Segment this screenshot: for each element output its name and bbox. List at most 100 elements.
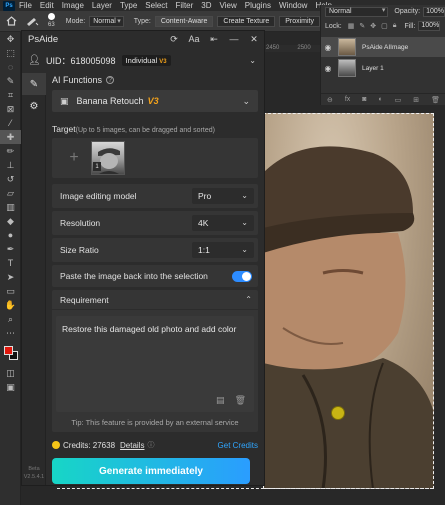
add-mask-icon[interactable]: ◙ xyxy=(362,96,366,103)
healing-brush-tool-icon[interactable]: ✚ xyxy=(0,130,21,144)
psaide-title: PsAide xyxy=(28,33,59,45)
path-select-tool-icon[interactable]: ➤ xyxy=(0,270,21,284)
size-ratio-select[interactable]: 1:1 ⌄ xyxy=(192,242,254,258)
zoom-tool-icon[interactable]: ⌕ xyxy=(0,312,21,326)
mode-select[interactable]: Normal xyxy=(89,15,124,27)
type-tool-icon[interactable]: T xyxy=(0,256,21,270)
visibility-eye-icon[interactable]: ◉ xyxy=(321,64,335,73)
menu-window[interactable]: Window xyxy=(279,1,307,10)
link-layers-icon[interactable]: ⊖ xyxy=(327,96,333,104)
new-layer-icon[interactable]: ⊞ xyxy=(413,96,419,104)
menu-layer[interactable]: Layer xyxy=(92,1,112,10)
brush-tool-icon[interactable]: ✏ xyxy=(0,144,21,158)
color-swatches[interactable] xyxy=(0,342,21,366)
blur-tool-icon[interactable]: ◆ xyxy=(0,214,21,228)
marquee-tool-icon[interactable]: ⬚ xyxy=(0,46,21,60)
dodge-tool-icon[interactable]: ● xyxy=(0,228,21,242)
new-group-icon[interactable]: ▭ xyxy=(395,96,402,104)
close-icon[interactable]: ✕ xyxy=(244,34,264,45)
image-editing-model-select[interactable]: Pro ⌄ xyxy=(192,188,254,204)
lock-position-icon[interactable]: ✥ xyxy=(370,22,376,30)
resolution-select[interactable]: 4K ⌄ xyxy=(192,215,254,231)
info-icon[interactable]: ? xyxy=(106,76,115,84)
layer-row-layer1[interactable]: ◉ Layer 1 xyxy=(321,58,445,78)
screen-mode-icon[interactable]: ▣ xyxy=(0,380,21,394)
target-images-box[interactable]: + 1 xyxy=(52,138,258,178)
lock-artboard-icon[interactable]: ▢ xyxy=(381,22,388,30)
hand-tool-icon[interactable]: ✋ xyxy=(0,298,21,312)
eraser-tool-icon[interactable]: ▱ xyxy=(0,186,21,200)
type-proximity[interactable]: Proximity xyxy=(279,15,320,27)
menu-file[interactable]: File xyxy=(19,1,32,10)
chevron-down-icon: ⌄ xyxy=(242,95,250,106)
history-brush-tool-icon[interactable]: ↺ xyxy=(0,172,21,186)
opacity-input[interactable]: 100% xyxy=(423,6,445,17)
image-icon: ▣ xyxy=(60,95,69,106)
size-ratio-row: Size Ratio 1:1 ⌄ xyxy=(52,238,258,262)
help-icon[interactable]: ⓘ xyxy=(147,440,154,450)
shape-tool-icon[interactable]: ▭ xyxy=(0,284,21,298)
chevron-down-icon[interactable]: ⌄ xyxy=(249,56,256,65)
mode-label: Mode: xyxy=(65,17,86,25)
lasso-tool-icon[interactable]: ◌ xyxy=(0,60,21,74)
prompt-library-icon[interactable]: ▤ xyxy=(216,395,225,406)
settings-gear-icon[interactable]: ⚙ xyxy=(22,95,46,117)
ai-function-select[interactable]: ▣ Banana Retouch V3 ⌄ xyxy=(52,90,258,112)
brush-size-picker[interactable]: 63 xyxy=(47,11,56,31)
healing-brush-icon[interactable] xyxy=(25,14,39,28)
menu-3d[interactable]: 3D xyxy=(201,1,211,10)
layer-row-psaide[interactable]: ◉ PsAide AIImage xyxy=(321,37,445,57)
add-image-button[interactable]: + xyxy=(60,143,88,173)
refresh-icon[interactable]: ⟳ xyxy=(164,34,184,45)
details-link[interactable]: Details xyxy=(120,441,144,450)
menu-select[interactable]: Select xyxy=(145,1,167,10)
requirement-textarea[interactable]: Restore this damaged old photo and add c… xyxy=(56,316,254,412)
minimize-icon[interactable]: — xyxy=(224,34,244,44)
type-create-texture[interactable]: Create Texture xyxy=(217,15,276,27)
chevron-up-icon[interactable]: ⌃ xyxy=(245,295,252,304)
quick-select-tool-icon[interactable]: ✎ xyxy=(0,74,21,88)
menu-edit[interactable]: Edit xyxy=(40,1,54,10)
pen-tool-icon[interactable]: ✒ xyxy=(0,242,21,256)
retouch-mode-icon[interactable]: ✎ xyxy=(22,73,46,95)
target-header: Target(Up to 5 images, can be dragged an… xyxy=(52,124,260,134)
type-content-aware[interactable]: Content-Aware xyxy=(154,15,214,27)
get-credits-link[interactable]: Get Credits xyxy=(218,441,258,450)
more-tools-icon[interactable]: ⋯ xyxy=(0,326,21,340)
adjustment-layer-icon[interactable]: ◐ xyxy=(378,96,382,103)
account-row[interactable]: 👤︎ UID：618005098 Individual V3 ⌄ xyxy=(28,51,260,69)
eyedropper-tool-icon[interactable]: ⁄ xyxy=(0,116,21,130)
foreground-color-swatch[interactable] xyxy=(4,346,13,355)
gradient-tool-icon[interactable]: ▥ xyxy=(0,200,21,214)
menu-plugins[interactable]: Plugins xyxy=(245,1,271,10)
paste-back-label: Paste the image back into the selection xyxy=(60,271,208,281)
lock-paint-icon[interactable]: ✎ xyxy=(359,22,365,30)
fill-input[interactable]: 100% xyxy=(418,21,441,31)
coin-icon xyxy=(52,441,60,449)
document-photo[interactable] xyxy=(263,113,434,489)
menu-filter[interactable]: Filter xyxy=(176,1,194,10)
visibility-eye-icon[interactable]: ◉ xyxy=(321,43,335,52)
requirement-header[interactable]: Requirement ⌃ xyxy=(52,290,258,310)
menu-view[interactable]: View xyxy=(220,1,237,10)
fx-icon[interactable]: fx xyxy=(345,96,350,103)
move-tool-icon[interactable]: ✥ xyxy=(0,32,21,46)
trash-icon[interactable]: 🗑︎ xyxy=(235,395,246,406)
pin-icon[interactable]: ⇤ xyxy=(204,34,224,45)
delete-layer-icon[interactable]: 🗑︎ xyxy=(431,96,440,104)
clone-stamp-tool-icon[interactable]: ⊥ xyxy=(0,158,21,172)
paste-back-toggle[interactable] xyxy=(232,270,252,282)
quick-mask-icon[interactable]: ◫ xyxy=(0,366,21,380)
user-icon: 👤︎ xyxy=(28,54,41,66)
blend-mode-select[interactable]: Normal xyxy=(325,6,389,17)
menu-image[interactable]: Image xyxy=(62,1,84,10)
photoshop-logo: Ps xyxy=(3,0,15,11)
generate-button[interactable]: Generate immediately xyxy=(52,458,250,484)
lock-all-icon[interactable]: 🔒︎ xyxy=(393,22,397,30)
crop-tool-icon[interactable]: ⌗ xyxy=(0,88,21,102)
text-size-icon[interactable]: Aa xyxy=(184,34,204,44)
lock-pixels-icon[interactable]: ▦ xyxy=(348,22,355,30)
frame-tool-icon[interactable]: ⊠ xyxy=(0,102,21,116)
menu-type[interactable]: Type xyxy=(120,1,137,10)
home-icon[interactable] xyxy=(6,14,17,28)
